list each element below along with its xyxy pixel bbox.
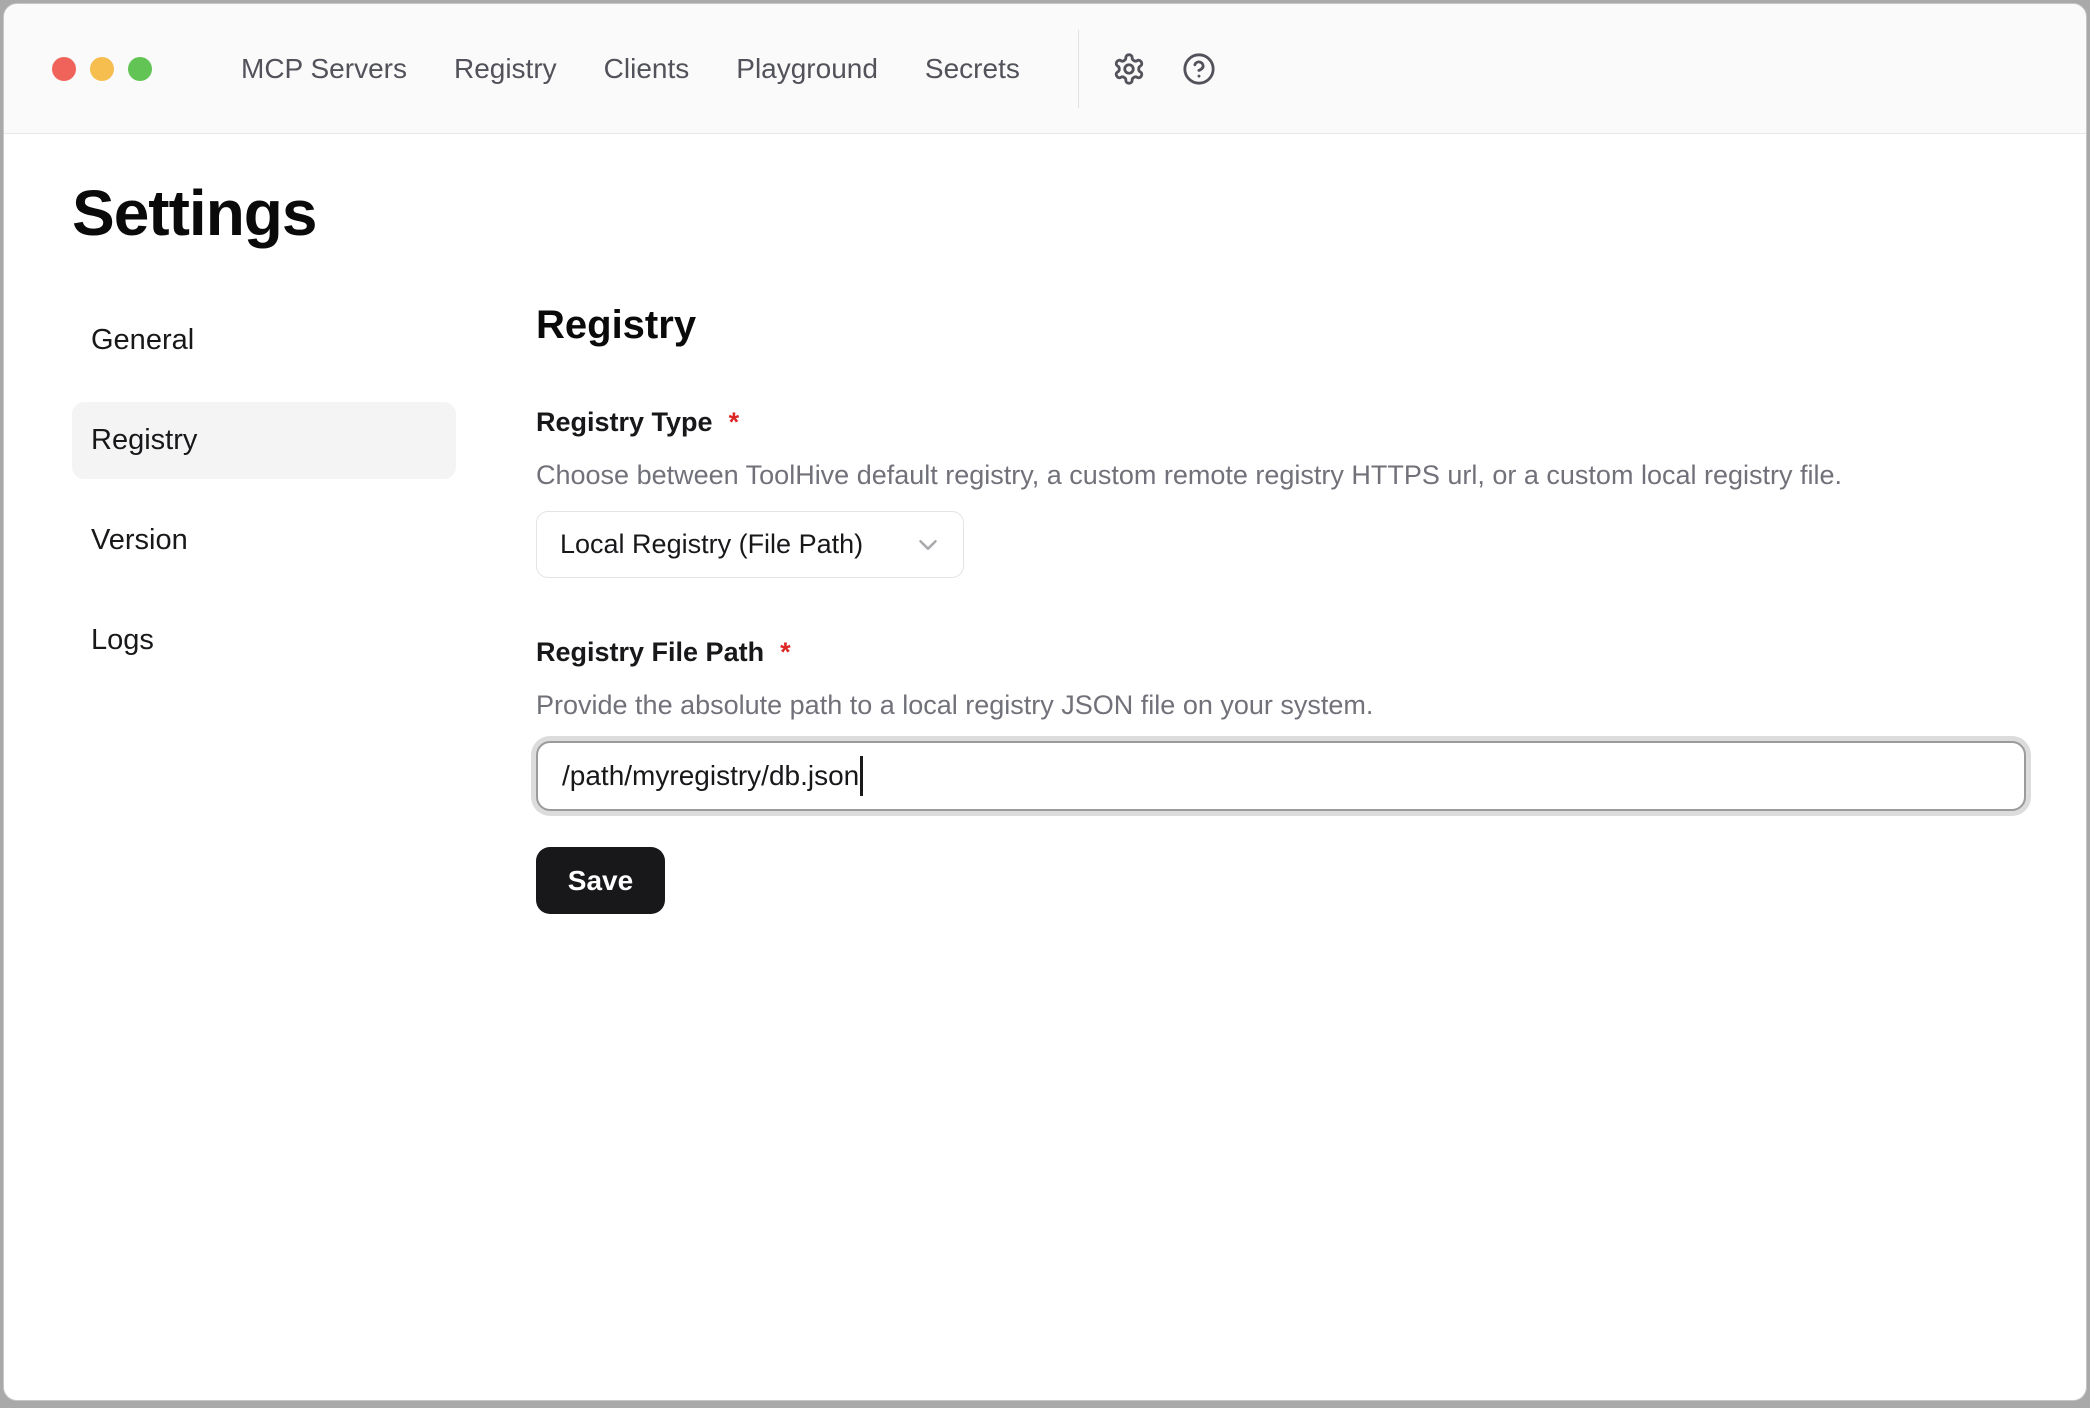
sidebar-item-version[interactable]: Version: [72, 502, 456, 579]
registry-settings-panel: Registry Registry Type * Choose between …: [536, 302, 2026, 914]
page-title: Settings: [72, 176, 2021, 250]
required-asterisk: *: [729, 406, 740, 438]
gear-icon[interactable]: [1111, 51, 1147, 87]
registry-type-select-value: Local Registry (File Path): [560, 529, 863, 560]
registry-file-path-label: Registry File Path: [536, 636, 764, 668]
sidebar-item-general[interactable]: General: [72, 302, 456, 379]
required-asterisk: *: [780, 636, 791, 668]
main-nav: MCP Servers Registry Clients Playground …: [241, 53, 1020, 85]
nav-item-playground[interactable]: Playground: [736, 53, 878, 85]
registry-file-path-input[interactable]: /path/myregistry/db.json: [536, 741, 2026, 811]
chevron-down-icon: [913, 530, 943, 560]
registry-file-path-value: /path/myregistry/db.json: [562, 760, 859, 792]
text-cursor: [860, 756, 863, 796]
traffic-lights: [52, 57, 152, 81]
section-heading: Registry: [536, 302, 2026, 348]
app-window: MCP Servers Registry Clients Playground …: [3, 3, 2087, 1401]
settings-page: Settings General Registry Version Logs R…: [4, 134, 2086, 914]
nav-item-secrets[interactable]: Secrets: [925, 53, 1020, 85]
registry-type-select[interactable]: Local Registry (File Path): [536, 511, 964, 578]
save-button[interactable]: Save: [536, 847, 665, 914]
zoom-button[interactable]: [128, 57, 152, 81]
nav-item-registry[interactable]: Registry: [454, 53, 557, 85]
titlebar-icons: [1111, 51, 1217, 87]
settings-sidebar: General Registry Version Logs: [72, 302, 456, 914]
titlebar-divider: [1078, 30, 1079, 108]
nav-item-mcp-servers[interactable]: MCP Servers: [241, 53, 407, 85]
close-button[interactable]: [52, 57, 76, 81]
registry-file-path-description: Provide the absolute path to a local reg…: [536, 690, 2026, 721]
registry-type-description: Choose between ToolHive default registry…: [536, 460, 2026, 491]
registry-file-path-label-row: Registry File Path *: [536, 636, 2026, 668]
help-icon[interactable]: [1181, 51, 1217, 87]
registry-type-label: Registry Type: [536, 406, 713, 438]
titlebar: MCP Servers Registry Clients Playground …: [4, 4, 2086, 134]
sidebar-item-registry[interactable]: Registry: [72, 402, 456, 479]
nav-item-clients[interactable]: Clients: [604, 53, 690, 85]
registry-type-label-row: Registry Type *: [536, 406, 2026, 438]
minimize-button[interactable]: [90, 57, 114, 81]
sidebar-item-logs[interactable]: Logs: [72, 602, 456, 679]
